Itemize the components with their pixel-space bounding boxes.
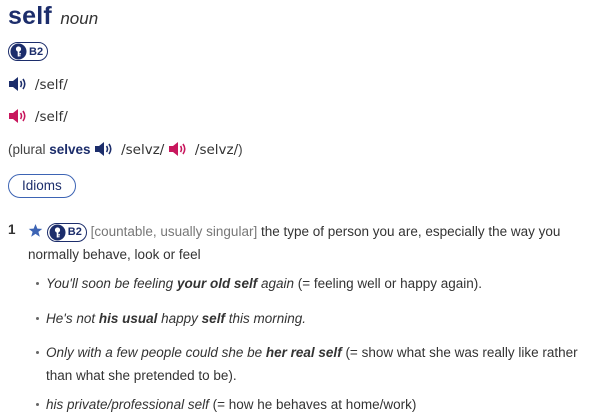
example-fragment: again: [257, 276, 294, 291]
example-fragment: happy: [157, 311, 202, 326]
example-fragment: He's not: [46, 311, 99, 326]
example-collocation: self: [201, 311, 225, 326]
speaker-icon[interactable]: [168, 141, 188, 157]
example-item: his private/professional self (= how he …: [36, 393, 416, 416]
example-fragment: his private/professional self: [46, 397, 209, 412]
phonetic-uk: /self/: [34, 77, 68, 93]
example-collocation: your old self: [176, 276, 258, 291]
example-text: You'll soon be feeling your old self aga…: [46, 276, 294, 291]
plural-phonetic-us: /selvz/: [194, 142, 239, 158]
example-gloss: (= how he behaves at home/work): [208, 397, 417, 412]
oxford-key-icon: [49, 224, 66, 241]
grammar-label: [countable, usually singular]: [90, 224, 258, 239]
speaker-icon[interactable]: [94, 141, 114, 157]
example-fragment: Only with a few people could she be: [46, 345, 266, 360]
speaker-icon[interactable]: [8, 76, 28, 92]
example-text: his private/professional self: [46, 397, 209, 412]
sense-number: 1: [8, 222, 16, 237]
part-of-speech: noun: [60, 9, 99, 28]
plural-form: (plural selves /selvz/ /selvz/): [8, 141, 243, 158]
sense-level-label: B2: [67, 225, 82, 238]
example-item: He's not his usual happy self this morni…: [36, 307, 306, 330]
headword-row: self noun: [8, 2, 98, 31]
example-collocation: her real self: [265, 345, 342, 360]
oxford-key-icon: [10, 43, 27, 60]
example-text: He's not his usual happy self this morni…: [46, 311, 306, 326]
plural-close: ): [238, 142, 243, 157]
example-fragment: this morning.: [224, 311, 306, 326]
example-collocation: his usual: [98, 311, 158, 326]
pronunciation-us: /self/: [8, 108, 68, 125]
plural-open: (plural: [8, 142, 50, 157]
example-item: You'll soon be feeling your old self aga…: [36, 272, 482, 295]
speaker-icon[interactable]: [8, 108, 28, 124]
plural-word: selves: [49, 142, 91, 157]
example-item: Only with a few people could she be her …: [36, 341, 592, 387]
level-label: B2: [29, 45, 44, 58]
level-badge[interactable]: B2: [8, 42, 49, 61]
star-icon: [28, 223, 43, 237]
plural-phonetic-uk: /selvz/: [121, 142, 165, 158]
phonetic-us: /self/: [34, 109, 68, 125]
sense-definition-block: B2 [countable, usually singular] the typ…: [28, 220, 588, 266]
example-fragment: You'll soon be feeling: [46, 276, 177, 291]
sense: 1 B2 [countable, usually singular] the t…: [8, 220, 588, 266]
headword: self: [8, 2, 52, 30]
sense-level-badge[interactable]: B2: [46, 222, 87, 242]
example-gloss: (= feeling well or happy again).: [294, 276, 482, 291]
pronunciation-uk: /self/: [8, 76, 68, 93]
idioms-button[interactable]: Idioms: [8, 174, 76, 198]
example-text: Only with a few people could she be her …: [46, 345, 342, 360]
level-badge-row: B2: [8, 42, 49, 61]
